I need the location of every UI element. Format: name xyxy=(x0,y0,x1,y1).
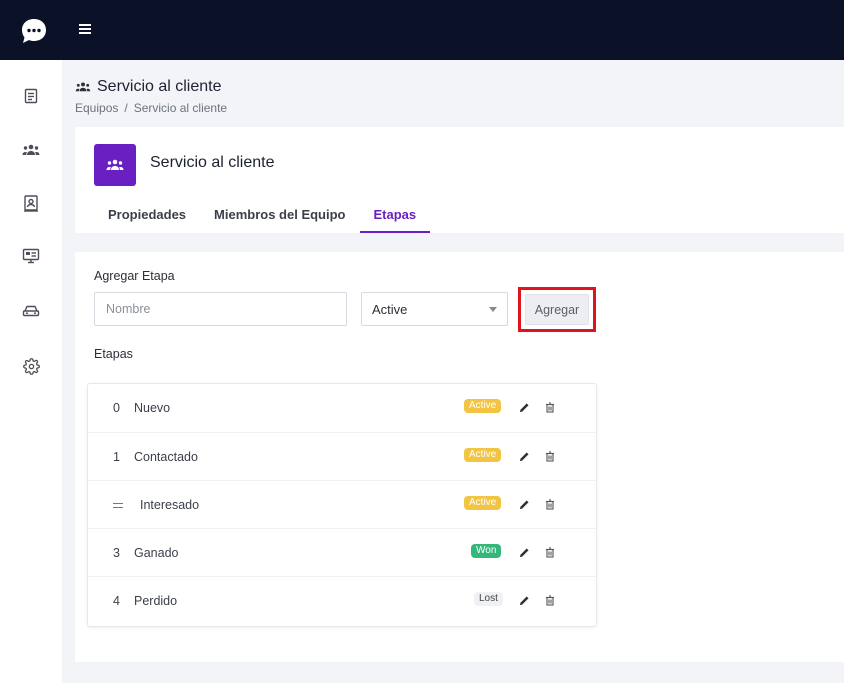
add-button-highlight: Agregar xyxy=(518,287,596,332)
chat-bubble-icon[interactable] xyxy=(19,16,49,46)
document-icon xyxy=(24,88,38,104)
stage-name: Contactado xyxy=(134,450,198,464)
car-icon xyxy=(22,305,40,317)
trash-icon[interactable] xyxy=(543,449,557,463)
add-stage-label: Agregar Etapa xyxy=(94,269,175,283)
team-name: Servicio al cliente xyxy=(150,154,275,171)
users-icon xyxy=(22,144,40,155)
stage-status-value: Active xyxy=(372,301,408,317)
gear-icon xyxy=(22,357,40,375)
stage-name: Nuevo xyxy=(134,401,171,415)
pencil-icon[interactable] xyxy=(517,545,531,559)
list-item[interactable]: 0 Nuevo Active xyxy=(88,384,596,432)
sidebar-item-vehicles[interactable] xyxy=(19,299,43,323)
status-badge: Active xyxy=(464,448,502,462)
sidebar-item-settings[interactable] xyxy=(19,354,43,378)
hamburger-icon[interactable] xyxy=(78,22,92,36)
breadcrumb-current: Servicio al cliente xyxy=(133,101,228,115)
pencil-icon[interactable] xyxy=(517,497,531,511)
stage-name: Ganado xyxy=(134,546,179,560)
list-item[interactable]: 4 Perdido Lost xyxy=(88,576,596,624)
tab-etapas[interactable]: Etapas xyxy=(359,199,431,233)
breadcrumb-link-equipos[interactable]: Equipos xyxy=(75,101,118,115)
stages-label: Etapas xyxy=(94,347,133,361)
list-item[interactable]: 3 Ganado Won xyxy=(88,528,596,576)
monitor-icon xyxy=(22,248,40,264)
pencil-icon[interactable] xyxy=(517,593,531,607)
list-item[interactable]: 1 Contactado Active xyxy=(88,432,596,480)
stage-index: 0 xyxy=(113,401,120,415)
trash-icon[interactable] xyxy=(543,545,557,559)
sidebar-item-teams[interactable] xyxy=(19,138,43,162)
breadcrumb-separator: / xyxy=(124,101,128,115)
team-avatar xyxy=(94,144,136,186)
users-icon xyxy=(75,82,91,92)
trash-icon[interactable] xyxy=(543,497,557,511)
trash-icon[interactable] xyxy=(543,400,557,414)
contact-card-icon xyxy=(24,195,38,212)
stages-list: 0 Nuevo Active 1 Contactado Active Inter… xyxy=(87,383,597,627)
chevron-down-icon xyxy=(489,306,497,312)
drag-handle-icon[interactable] xyxy=(113,503,123,508)
stage-index: 4 xyxy=(113,594,120,608)
top-bar xyxy=(0,0,844,60)
status-badge: Active xyxy=(464,496,502,510)
trash-icon[interactable] xyxy=(543,593,557,607)
sidebar-item-contacts[interactable] xyxy=(19,191,43,215)
main-content: Servicio al cliente Equipos / Servicio a… xyxy=(62,60,844,683)
stages-card: Agregar Etapa Active Agregar Etapas 0 Nu… xyxy=(75,252,844,662)
sidebar-item-monitor[interactable] xyxy=(19,244,43,268)
stage-name-input[interactable] xyxy=(94,292,347,326)
tab-miembros[interactable]: Miembros del Equipo xyxy=(200,199,359,233)
team-tabs: Propiedades Miembros del Equipo Etapas xyxy=(94,199,431,233)
status-badge: Lost xyxy=(474,592,503,606)
pencil-icon[interactable] xyxy=(517,449,531,463)
sidebar xyxy=(0,60,62,683)
stage-index: 1 xyxy=(113,450,120,464)
sidebar-item-documents[interactable] xyxy=(19,84,43,108)
status-badge: Active xyxy=(464,399,502,413)
users-icon xyxy=(106,159,124,170)
status-badge: Won xyxy=(471,544,502,558)
add-stage-button[interactable]: Agregar xyxy=(525,294,589,325)
team-header-card: Servicio al cliente Propiedades Miembros… xyxy=(75,127,844,233)
list-item[interactable]: Interesado Active xyxy=(88,480,596,528)
stage-index: 3 xyxy=(113,546,120,560)
pencil-icon[interactable] xyxy=(517,400,531,414)
stage-name: Interesado xyxy=(140,498,200,512)
tab-propiedades[interactable]: Propiedades xyxy=(94,199,200,233)
stage-name: Perdido xyxy=(134,594,178,608)
page-title-text: Servicio al cliente xyxy=(97,78,222,95)
page-title: Servicio al cliente xyxy=(75,78,222,96)
stage-status-select[interactable]: Active xyxy=(361,292,508,326)
breadcrumb: Equipos / Servicio al cliente xyxy=(75,101,227,115)
